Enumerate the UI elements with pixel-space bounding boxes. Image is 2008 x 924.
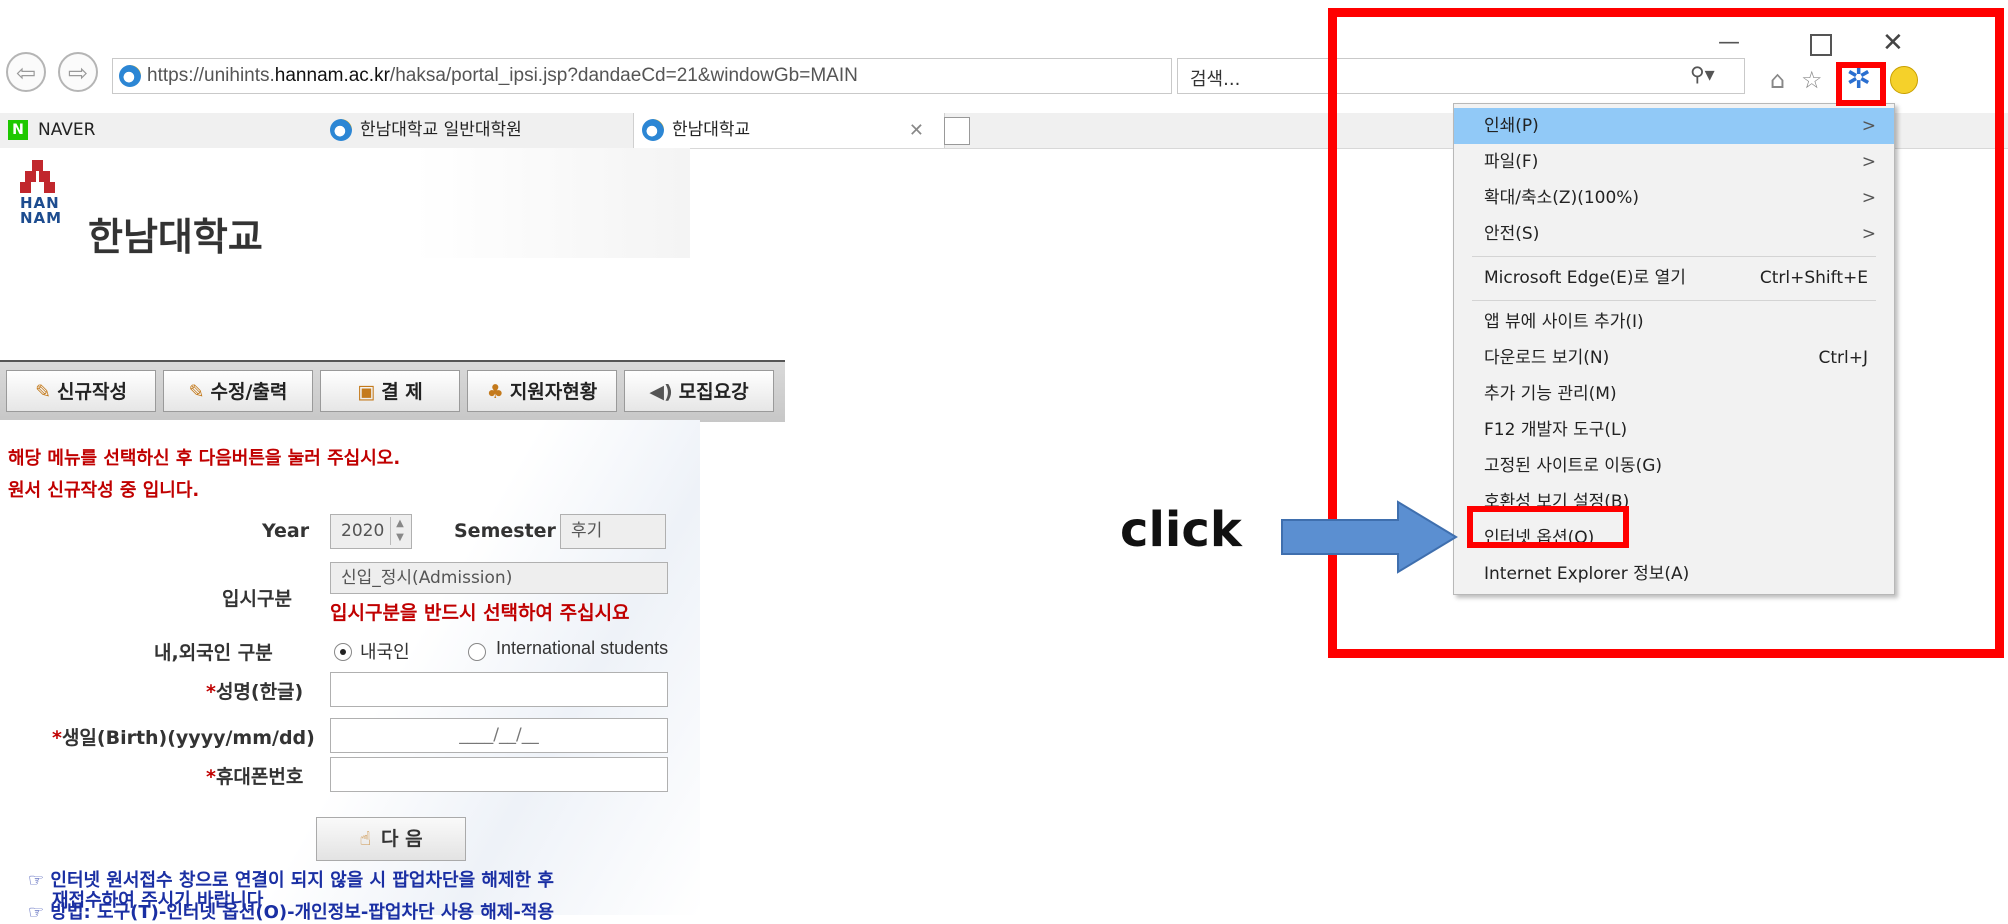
ie-tab-icon <box>642 119 664 141</box>
year-spinner[interactable]: 2020 ▲ ▼ <box>330 514 412 549</box>
radio-domestic-label: 내국인 <box>360 642 410 663</box>
ie-page-icon <box>119 65 141 87</box>
birth-input[interactable]: ____/__/__ <box>330 718 668 753</box>
guidelines-button[interactable]: ◀) 모집요강 <box>624 370 774 412</box>
annotation-gear-highlight <box>1836 62 1886 106</box>
name-label: *성명(한글) <box>206 681 304 703</box>
people-icon: ♣ <box>486 381 504 403</box>
admission-warning: 입시구분을 반드시 선택하여 주십시요 <box>330 602 630 624</box>
nationality-label: 내,외국인 구분 <box>154 642 273 664</box>
payment-icon: ▣ <box>357 381 376 403</box>
application-menu-bar: ✎ 신규작성 ✎ 수정/출력 ▣ 결 제 ♣ 지원자현황 ◀) 모집요강 <box>0 360 785 422</box>
phone-input[interactable] <box>330 757 668 792</box>
click-annotation-label: click <box>1120 502 1242 558</box>
radio-international-label: International students <box>496 638 669 658</box>
name-input[interactable] <box>330 672 668 707</box>
address-bar[interactable]: https://unihints.hannam.ac.kr/haksa/port… <box>112 58 1172 94</box>
applicant-status-button[interactable]: ♣ 지원자현황 <box>467 370 617 412</box>
notice-writing-status: 원서 신규작성 중 입니다. <box>8 480 200 501</box>
admission-type-label: 입시구분 <box>222 588 292 610</box>
tab-hannam-active[interactable]: 한남대학교 ✕ <box>633 113 945 148</box>
radio-international[interactable] <box>468 643 486 661</box>
forward-arrow-icon: ⇨ <box>67 59 89 87</box>
notice-select-menu: 해당 메뉴를 선택하신 후 다음버튼을 눌러 주십시오. <box>8 448 401 469</box>
search-placeholder: 검색... <box>1190 69 1241 90</box>
pointing-arrow-icon <box>1281 500 1458 574</box>
next-button[interactable]: ☝ 다 음 <box>316 817 466 861</box>
university-name: 한남대학교 <box>88 215 263 259</box>
birth-label: *생일(Birth)(yyyy/mm/dd) <box>52 727 315 749</box>
tab-close-icon[interactable]: ✕ <box>909 113 924 148</box>
spinner-arrows-icon[interactable]: ▲ ▼ <box>390 517 409 545</box>
back-arrow-icon: ⇦ <box>15 59 37 87</box>
edit-icon: ✎ <box>188 381 205 403</box>
speaker-icon: ◀) <box>649 381 673 403</box>
pointer-icon: ☞ <box>28 902 45 923</box>
new-tab-button[interactable] <box>944 117 970 145</box>
forward-button[interactable]: ⇨ <box>58 52 98 92</box>
year-label: Year <box>262 520 310 542</box>
pointer-icon: ☞ <box>28 870 45 891</box>
naver-icon: N <box>8 120 28 140</box>
phone-label: *휴대폰번호 <box>206 766 304 788</box>
address-url: https://unihints.hannam.ac.kr/haksa/port… <box>147 65 858 86</box>
edit-print-button[interactable]: ✎ 수정/출력 <box>163 370 313 412</box>
tab-graduate-school[interactable]: 한남대학교 일반대학원 <box>330 113 620 148</box>
admission-type-select[interactable]: 신입_정시(Admission) <box>330 562 668 594</box>
annotation-internet-options-highlight <box>1467 506 1629 548</box>
pencil-icon: ✎ <box>35 381 51 403</box>
bookmark-naver[interactable]: N NAVER <box>8 113 95 148</box>
semester-label: Semester <box>454 520 556 542</box>
ie-tab-icon <box>330 119 352 141</box>
university-logo-mark: HAN NAM <box>20 160 62 226</box>
radio-domestic[interactable] <box>334 643 352 661</box>
university-header: HAN NAM 한남대학교 <box>0 148 690 259</box>
hand-icon: ☝ <box>359 828 371 850</box>
payment-button[interactable]: ▣ 결 제 <box>320 370 460 412</box>
new-application-button[interactable]: ✎ 신규작성 <box>6 370 156 412</box>
back-button[interactable]: ⇦ <box>6 52 46 92</box>
popup-block-method: ☞ 방법: 도구(T)-인터넷 옵션(O)-개인정보-팝업차단 사용 해제-적용 <box>28 902 554 923</box>
semester-field[interactable]: 후기 <box>560 514 666 549</box>
